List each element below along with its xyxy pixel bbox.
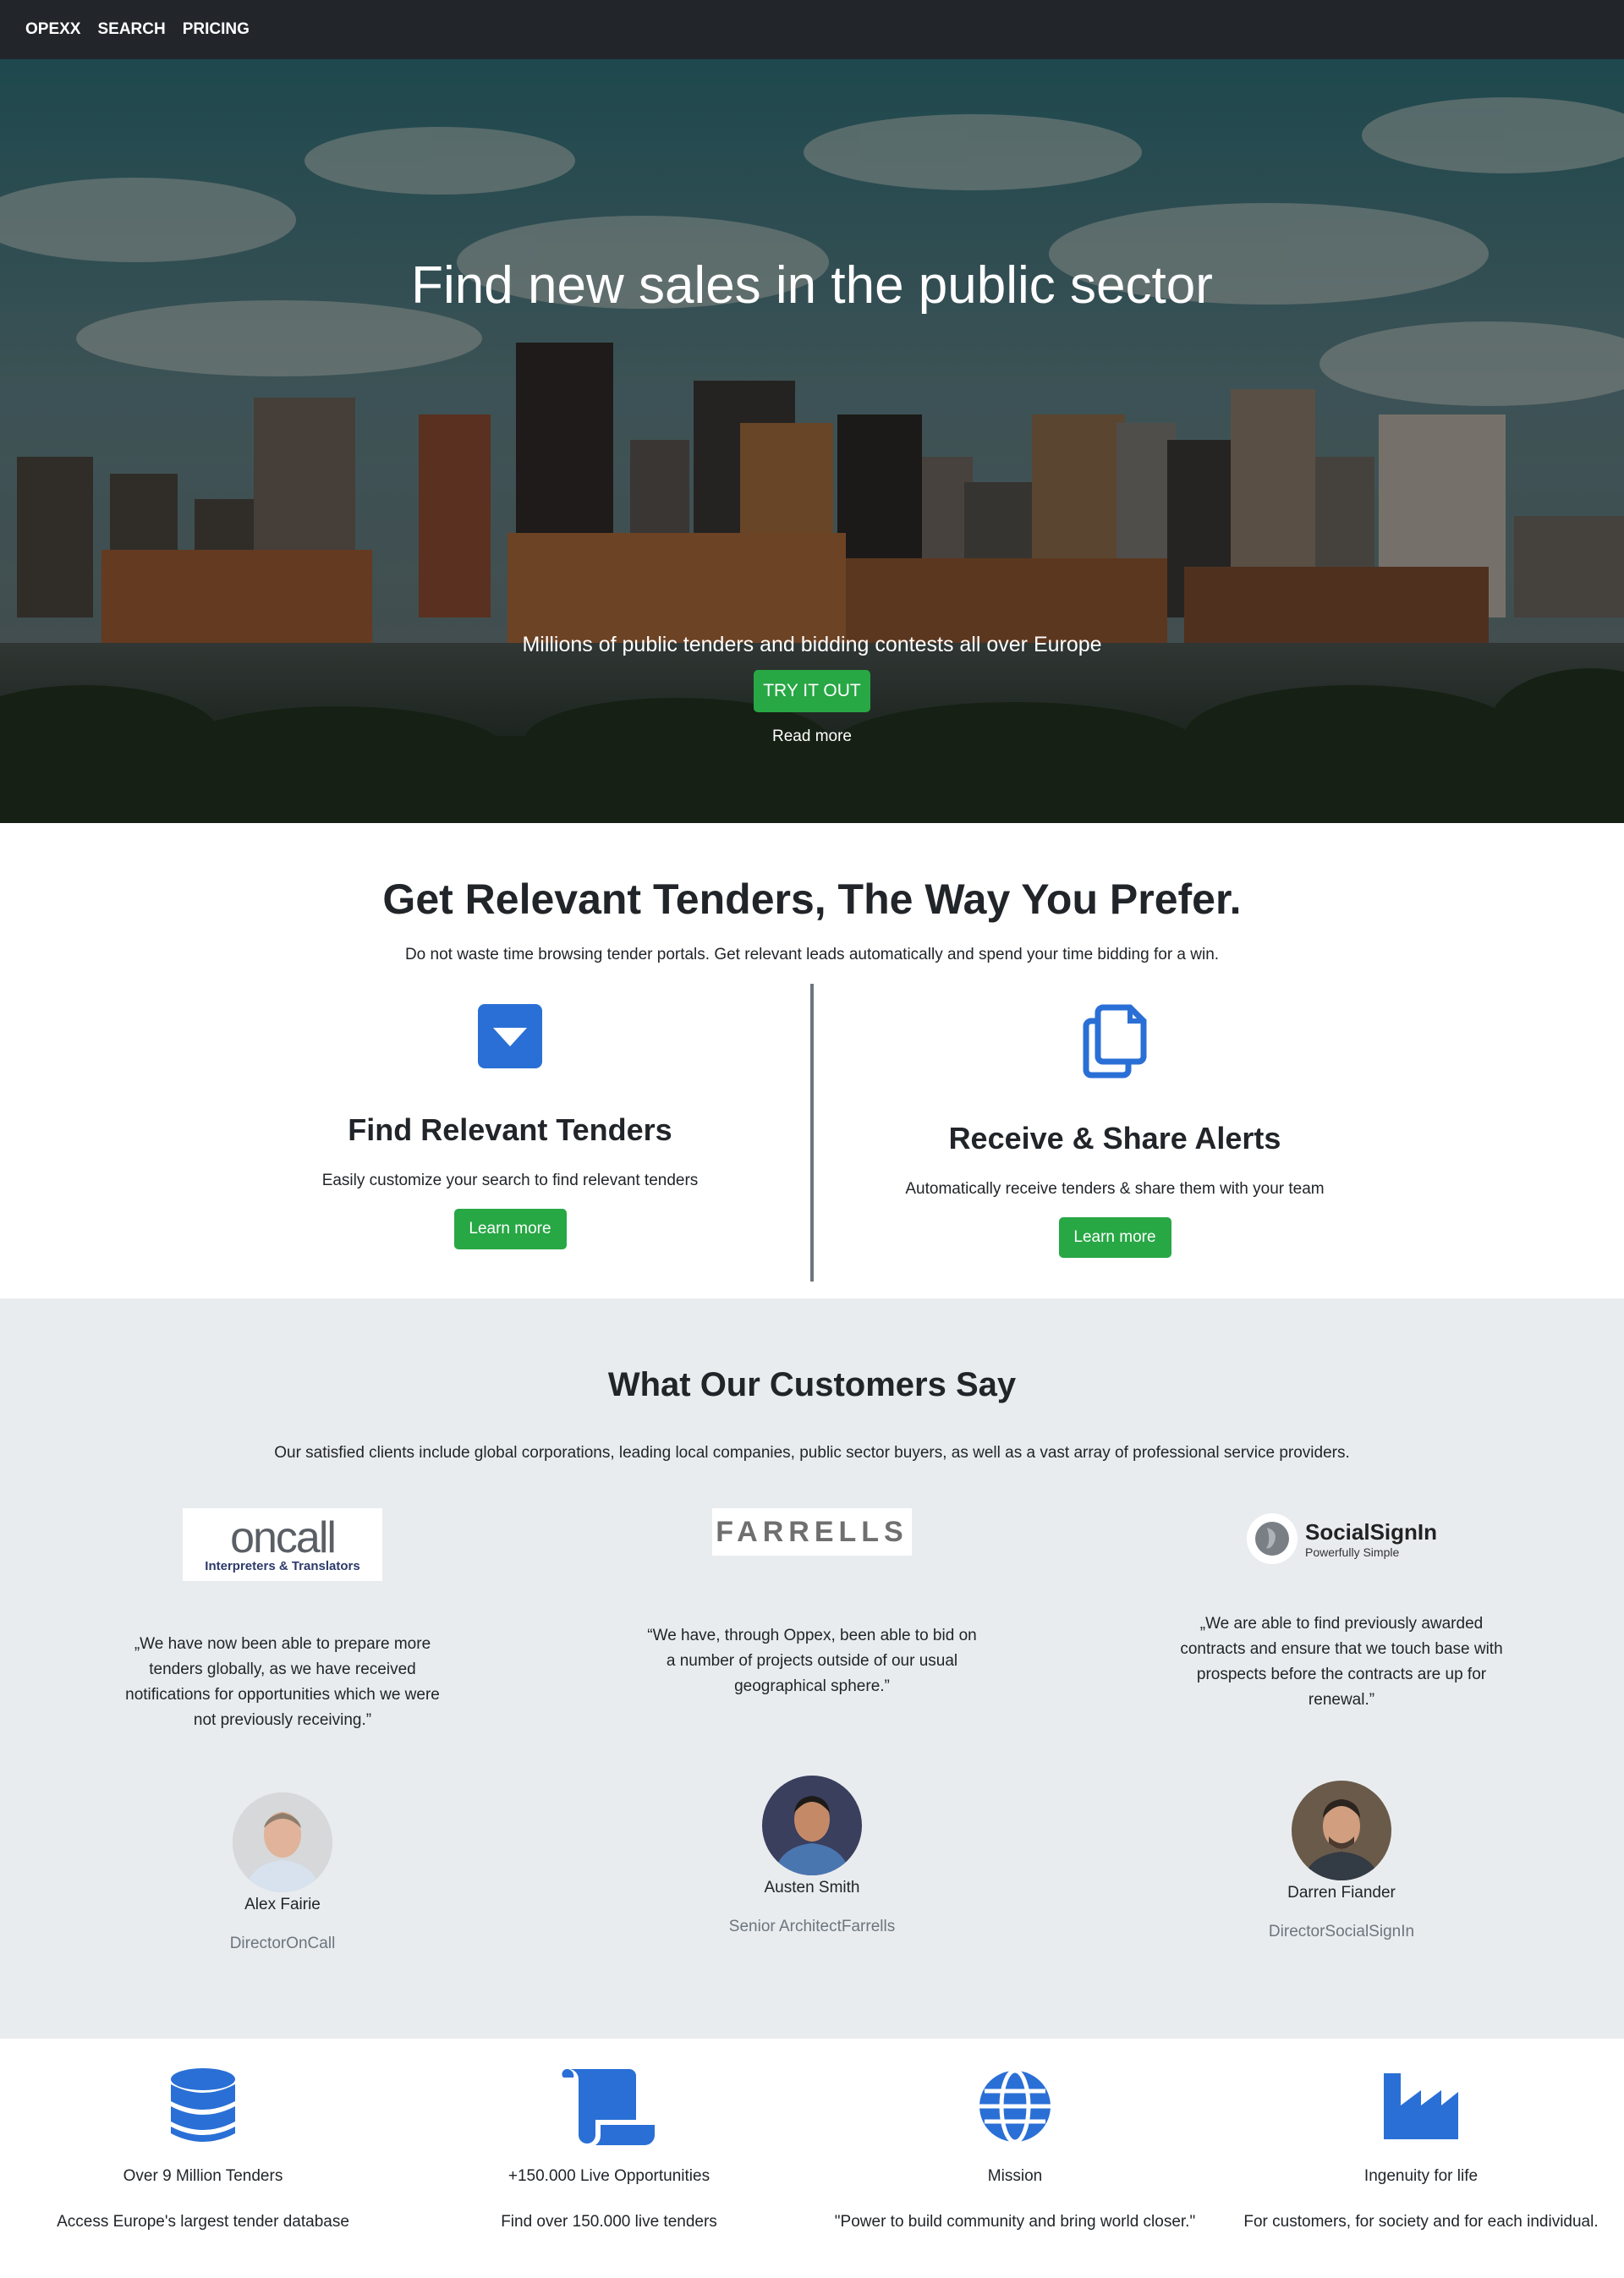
industry-icon	[1384, 2073, 1458, 2139]
socialsignin-mark-icon	[1246, 1513, 1298, 1564]
feature-receive-share-alerts: Receive & Share Alerts Automatically rec…	[776, 1002, 1453, 1258]
socialsignin-logo: SocialSignIn Powerfully Simple	[1236, 1505, 1447, 1573]
feature-heading: Receive & Share Alerts	[948, 1121, 1281, 1155]
testimonial-card: FARRELLS “We have, through Oppex, been a…	[643, 1508, 981, 1936]
person-role: DirectorSocialSignIn	[1268, 1923, 1415, 1940]
person-role: Senior ArchitectFarrells	[728, 1918, 896, 1935]
hero-subtitle: Millions of public tenders and bidding c…	[522, 633, 1102, 656]
testimonial-card: SocialSignIn Powerfully Simple „We are a…	[1172, 1505, 1511, 1941]
farrells-logo: FARRELLS	[712, 1508, 912, 1556]
features-subtitle: Do not waste time browsing tender portal…	[404, 946, 1220, 963]
testimonial-card: oncall Interpreters & Translators „We ha…	[113, 1508, 452, 1953]
scroll-icon	[562, 2068, 655, 2145]
socialsignin-logo-text: SocialSignIn	[1304, 1518, 1438, 1545]
person-name: Alex Fairie	[244, 1896, 321, 1913]
stat-title: Ingenuity for life	[1363, 2167, 1479, 2185]
top-navbar: OPEXX SEARCH PRICING	[0, 0, 1624, 59]
testimonial-quote: „We are able to find previously awarded …	[1180, 1615, 1503, 1709]
hero-title: Find new sales in the public sector	[411, 256, 1213, 315]
stat-text: "Power to build community and bring worl…	[834, 2213, 1196, 2231]
database-icon	[171, 2068, 235, 2142]
person-photo	[233, 1792, 332, 1892]
avatar	[233, 1792, 332, 1892]
person-name: Darren Fiander	[1287, 1884, 1396, 1902]
person-role: DirectorOnCall	[229, 1935, 336, 1952]
feature-heading: Find Relevant Tenders	[348, 1112, 672, 1147]
avatar	[762, 1776, 862, 1875]
person-photo	[1292, 1781, 1391, 1880]
stat-opportunities: +150.000 Live Opportunities Find over 15…	[406, 2064, 812, 2235]
feature-find-relevant-tenders: Find Relevant Tenders Easily customize y…	[172, 1002, 848, 1249]
stat-tenders: Over 9 Million Tenders Access Europe's l…	[0, 2064, 406, 2235]
testimonials-subtitle: Our satisfied clients include global cor…	[274, 1444, 1350, 1462]
try-it-out-button[interactable]: TRY IT OUT	[754, 670, 870, 712]
testimonials-section: What Our Customers Say Our satisfied cli…	[0, 1298, 1624, 2039]
stat-text: Access Europe's largest tender database	[57, 2213, 349, 2231]
nav-brand-link[interactable]: OPEXX	[25, 20, 80, 39]
avatar	[1292, 1781, 1391, 1880]
learn-more-button[interactable]: Learn more	[453, 1209, 567, 1249]
testimonials-title: What Our Customers Say	[607, 1366, 1017, 1403]
stat-title: Mission	[987, 2167, 1043, 2185]
caret-down-square-icon	[478, 1004, 542, 1068]
testimonial-quote: “We have, through Oppex, been able to bi…	[647, 1627, 977, 1695]
learn-more-button[interactable]: Learn more	[1058, 1217, 1171, 1258]
feature-text: Easily customize your search to find rel…	[321, 1172, 699, 1189]
stat-ingenuity: Ingenuity for life For customers, for so…	[1218, 2064, 1624, 2235]
feature-text: Automatically receive tenders & share th…	[905, 1180, 1325, 1198]
copy-icon	[1083, 1004, 1147, 1079]
hero-section: Find new sales in the public sector Mill…	[0, 59, 1624, 823]
farrells-logo-text: FARRELLS	[716, 1515, 908, 1548]
stat-text: For customers, for society and for each …	[1243, 2213, 1599, 2231]
socialsignin-logo-subtext: Powerfully Simple	[1304, 1545, 1400, 1559]
testimonial-quote: „We have now been able to prepare more t…	[125, 1635, 440, 1729]
stat-title: +150.000 Live Opportunities	[508, 2167, 710, 2185]
oncall-logo-text: oncall	[230, 1512, 337, 1562]
person-photo	[762, 1776, 862, 1875]
features-title: Get Relevant Tenders, The Way You Prefer…	[382, 876, 1242, 923]
stat-text: Find over 150.000 live tenders	[501, 2213, 717, 2231]
globe-icon	[979, 2068, 1051, 2144]
oncall-logo: oncall Interpreters & Translators	[183, 1508, 382, 1581]
person-name: Austen Smith	[764, 1879, 860, 1897]
nav-pricing-link[interactable]: PRICING	[183, 20, 250, 39]
oncall-logo-subtext: Interpreters & Translators	[205, 1558, 360, 1573]
stat-title: Over 9 Million Tenders	[123, 2167, 283, 2185]
stat-mission: Mission "Power to build community and br…	[812, 2064, 1218, 2235]
nav-search-link[interactable]: SEARCH	[97, 20, 165, 39]
read-more-link[interactable]: Read more	[727, 727, 897, 746]
